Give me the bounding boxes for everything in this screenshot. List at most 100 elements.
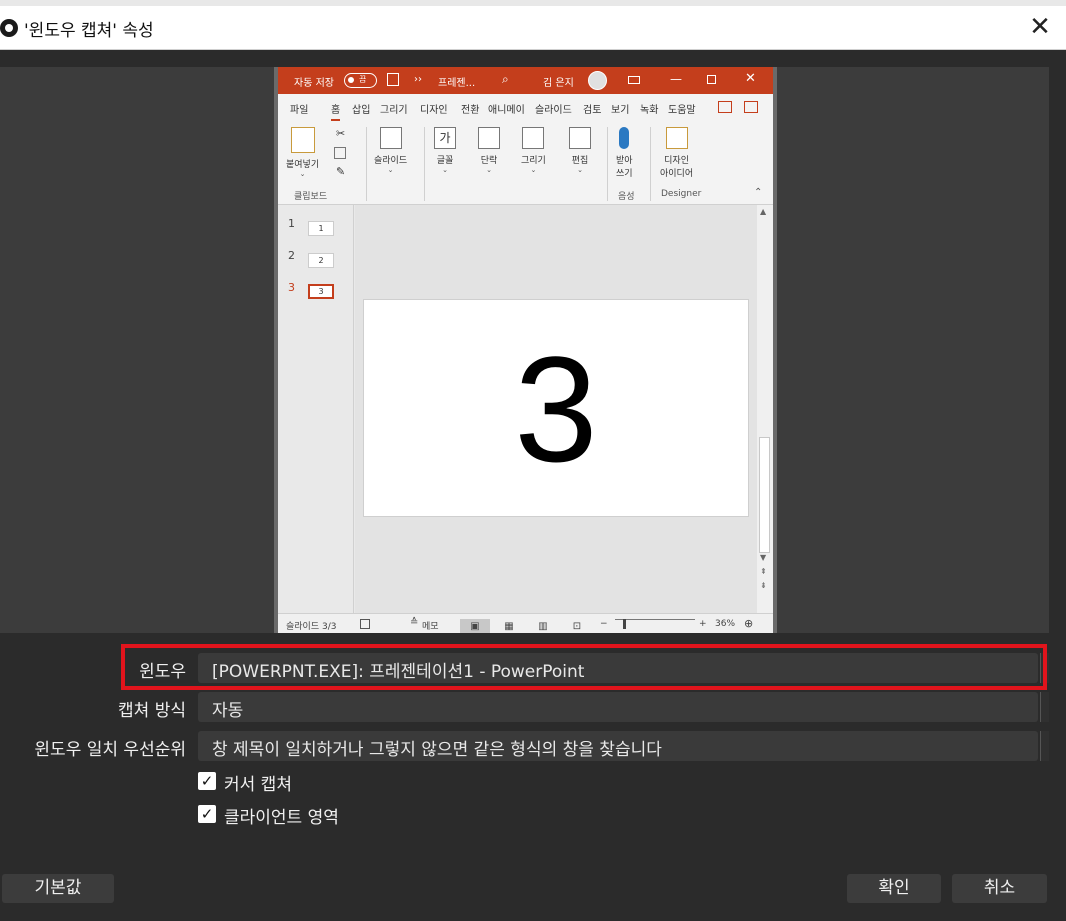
tab-help: 도움말 (668, 105, 696, 116)
notes-label: 메모 (422, 622, 439, 632)
capture-method-select[interactable]: 자동 (198, 692, 1038, 722)
tab-transitions: 전환 (461, 105, 480, 116)
designer-group: Designer (661, 189, 702, 199)
tab-draw: 그리기 (380, 105, 408, 116)
avatar (588, 71, 607, 90)
slideshow-icon: ⊡ (572, 621, 582, 632)
tab-slideshow: 슬라이드 (535, 105, 572, 116)
close-icon: ✕ (745, 71, 756, 86)
ppt-ribbon: 붙여넣기 ⌄ ✂ ✎ 클립보드 슬라이드 ⌄ 가 글꼴 ⌄ 단락 ⌄ 그리기 ⌄ 편집 ⌄ (278, 121, 773, 205)
notes-icon: ≙ (410, 617, 419, 628)
tab-insert: 삽입 (352, 105, 371, 116)
ppt-titlebar: 자동 저장 끔 ›› 프레젠... ⌕ 김 은지 — ✕ (278, 67, 773, 94)
tab-animations: 애니메이 (488, 105, 525, 116)
separator (650, 127, 651, 201)
scroll-up-icon: ▲ (760, 207, 767, 216)
slide-canvas: 3 (355, 205, 757, 613)
editing-button: 편집 ⌄ (569, 127, 591, 174)
ok-button[interactable]: 확인 (847, 874, 941, 903)
capture-cursor-label: 커서 캡쳐 (224, 775, 292, 795)
zoom-slider (615, 619, 695, 620)
slide-thumbnails: 1 1 2 2 3 3 (278, 205, 354, 613)
tab-file: 파일 (290, 105, 309, 116)
separator (366, 127, 367, 201)
shapes-icon (522, 127, 545, 149)
clipboard-group: 클립보드 (294, 192, 328, 202)
microphone-icon (619, 127, 630, 149)
font-button: 가 글꼴 ⌄ (434, 127, 456, 174)
window-match-label: 윈도우 일치 우선순위 (34, 740, 186, 760)
autosave-toggle: 끔 (344, 73, 377, 88)
client-area-checkbox[interactable]: ✓ (198, 805, 216, 823)
more-icon: ›› (414, 74, 422, 85)
tab-review: 검토 (583, 105, 602, 116)
fit-slide-icon: ⊕ (744, 617, 754, 630)
slide-button: 슬라이드 ⌄ (374, 127, 407, 174)
defaults-button[interactable]: 기본값 (2, 874, 114, 903)
doc-name: 프레젠... (438, 78, 476, 89)
ppt-statusbar: 슬라이드 3/3 ≙ 메모 ▣ ▦ ▥ ⊡ − + 36% ⊕ (278, 613, 773, 633)
slide-number: 2 (288, 249, 295, 262)
paragraph-button: 단락 ⌄ (478, 127, 500, 174)
share-icon (718, 101, 732, 113)
capture-method-label: 캡쳐 방식 (118, 701, 186, 721)
clipboard-icon (290, 127, 315, 153)
slide-count: 슬라이드 3/3 (286, 622, 337, 632)
separator (424, 127, 425, 201)
minimize-icon: — (670, 72, 682, 86)
autosave-label: 자동 저장 (294, 78, 334, 89)
copy-icon (334, 147, 346, 159)
scroll-thumb (759, 437, 770, 553)
zoom-level: 36% (715, 619, 736, 629)
design-ideas-icon (665, 127, 688, 149)
slide-number: 1 (288, 217, 295, 230)
ppt-tabs: 파일 홈 삽입 그리기 디자인 전환 애니메이 슬라이드 검토 보기 녹화 도움… (278, 94, 773, 121)
slide-thumbnail-selected: 3 (308, 284, 334, 299)
next-slide-icon: ⇟ (760, 581, 767, 590)
capture-method-row: 캡쳐 방식 자동 (0, 690, 1066, 724)
zoom-out-icon: − (600, 619, 608, 629)
font-icon: 가 (434, 127, 456, 149)
ppt-scrollbar: ▲ ▼ ⇞ ⇟ (757, 205, 773, 613)
voice-group: 음성 (618, 192, 635, 202)
slide-number: 3 (288, 281, 295, 294)
user-name: 김 은지 (543, 78, 574, 89)
paragraph-icon (478, 127, 500, 149)
cut-icon: ✂ (336, 127, 346, 140)
collapse-ribbon-icon: ⌃ (754, 187, 763, 198)
window-match-dropdown[interactable] (1040, 731, 1049, 761)
comments-icon (744, 101, 758, 113)
reading-view-icon: ▥ (538, 621, 548, 632)
close-button[interactable]: ✕ (1020, 12, 1060, 44)
scroll-down-icon: ▼ (760, 553, 767, 562)
obs-icon (0, 19, 18, 37)
tab-home: 홈 (331, 101, 341, 121)
normal-view-icon: ▣ (460, 619, 490, 633)
zoom-in-icon: + (699, 619, 707, 629)
window-match-select[interactable]: 창 제목이 일치하거나 그렇지 않으면 같은 형식의 창을 찾습니다 (198, 731, 1038, 761)
capture-method-dropdown[interactable] (1040, 692, 1049, 722)
format-painter-icon: ✎ (336, 165, 346, 178)
slide-thumbnail: 2 (308, 253, 334, 268)
save-icon (387, 73, 399, 86)
capture-cursor-checkbox[interactable]: ✓ (198, 772, 216, 790)
highlight-box (121, 644, 1047, 690)
cancel-button[interactable]: 취소 (952, 874, 1047, 903)
current-slide: 3 (363, 299, 749, 517)
separator (607, 127, 608, 201)
tab-design: 디자인 (420, 105, 448, 116)
search-icon: ⌕ (502, 72, 509, 86)
ribbon-display-icon (628, 76, 640, 84)
maximize-icon (707, 75, 716, 84)
design-ideas-button: 디자인 아이디어 (660, 127, 693, 179)
tab-record: 녹화 (640, 105, 659, 116)
find-icon (569, 127, 591, 149)
title-bar: '윈도우 캡쳐' 속성 ✕ (0, 6, 1066, 50)
prev-slide-icon: ⇞ (760, 567, 767, 576)
tab-view: 보기 (611, 105, 630, 116)
paste-button: 붙여넣기 ⌄ (286, 127, 319, 178)
powerpoint-capture: 자동 저장 끔 ›› 프레젠... ⌕ 김 은지 — ✕ 파일 홈 삽입 그리기… (274, 67, 777, 633)
client-area-label: 클라이언트 영역 (224, 808, 339, 828)
accessibility-icon (360, 619, 370, 629)
zoom-knob (623, 619, 626, 629)
